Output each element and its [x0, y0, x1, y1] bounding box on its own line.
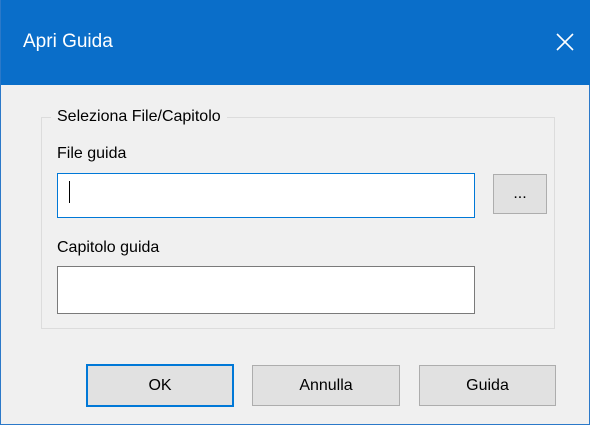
close-icon	[556, 33, 574, 51]
ok-button[interactable]: OK	[86, 364, 234, 407]
groupbox-legend: Seleziona File/Capitolo	[51, 106, 227, 128]
file-label: File guida	[57, 145, 127, 162]
help-button-label: Guida	[466, 376, 509, 394]
ok-button-label: OK	[148, 376, 172, 394]
title-bar[interactable]: Apri Guida	[1, 0, 590, 85]
dialog-window: Apri Guida Seleziona File/Capitolo File …	[0, 0, 590, 425]
close-button[interactable]	[545, 22, 585, 62]
chapter-label: Capitolo guida	[57, 239, 160, 256]
help-button[interactable]: Guida	[419, 365, 556, 406]
browse-button-label: ...	[513, 185, 527, 202]
chapter-input[interactable]	[57, 266, 475, 314]
cancel-button[interactable]: Annulla	[252, 365, 400, 406]
file-input[interactable]	[57, 173, 475, 218]
browse-button[interactable]: ...	[493, 174, 547, 214]
cancel-button-label: Annulla	[299, 376, 353, 394]
window-title: Apri Guida	[23, 31, 113, 52]
text-caret	[69, 181, 70, 203]
